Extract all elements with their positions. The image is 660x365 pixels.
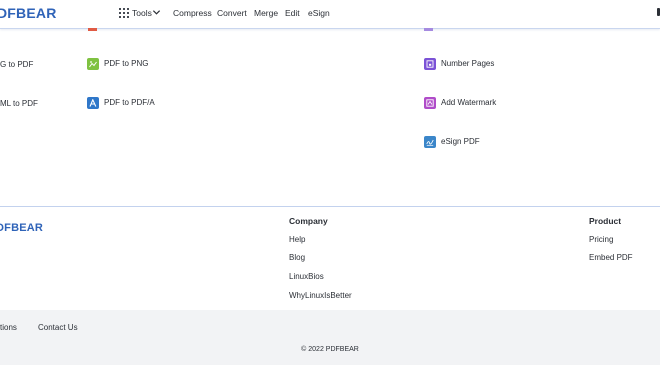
top-navbar bbox=[0, 0, 660, 29]
footer-link-help[interactable]: Help bbox=[289, 235, 305, 244]
nav-convert[interactable]: Convert bbox=[217, 8, 247, 18]
tool-label: PDF to PDF/A bbox=[104, 98, 155, 107]
footer-link-embed-pdf[interactable]: Embed PDF bbox=[589, 253, 633, 262]
partial-tool-icon bbox=[88, 28, 97, 31]
footer-link-pricing[interactable]: Pricing bbox=[589, 235, 613, 244]
chevron-down-icon[interactable] bbox=[152, 8, 161, 17]
nav-tools[interactable]: Tools bbox=[132, 8, 152, 18]
nav-compress[interactable]: Compress bbox=[173, 8, 212, 18]
footer-link-linuxbios[interactable]: LinuxBios bbox=[289, 272, 324, 281]
footer-link-blog[interactable]: Blog bbox=[289, 253, 305, 262]
footer-link-whylinuxisbetter[interactable]: WhyLinuxIsBetter bbox=[289, 291, 352, 300]
copyright: © 2022 PDFBEAR bbox=[301, 346, 359, 353]
footer-product-heading: Product bbox=[589, 216, 622, 226]
footer-company-heading: Company bbox=[289, 216, 328, 226]
footer-link-contact-us[interactable]: Contact Us bbox=[38, 323, 78, 332]
tool-label: Number Pages bbox=[441, 59, 495, 68]
tool-label: eSign PDF bbox=[441, 137, 480, 146]
footer-logo[interactable]: DFBEAR bbox=[0, 222, 43, 234]
tool-label: Add Watermark bbox=[441, 98, 497, 107]
tool-link-html-to-pdf[interactable]: ML to PDF bbox=[0, 99, 38, 108]
pdfa-icon bbox=[87, 97, 99, 109]
footer-link-terms[interactable]: tions bbox=[0, 323, 17, 332]
nav-esign[interactable]: eSign bbox=[308, 8, 330, 18]
image-icon bbox=[87, 58, 99, 70]
brand-logo[interactable]: DFBEAR bbox=[0, 5, 57, 21]
number-pages-icon bbox=[424, 58, 436, 70]
partial-tool-icon bbox=[424, 28, 433, 31]
tool-link-jpg-to-pdf[interactable]: G to PDF bbox=[0, 60, 33, 69]
footer-bottom-bar bbox=[0, 310, 660, 365]
watermark-icon bbox=[424, 97, 436, 109]
tool-label: PDF to PNG bbox=[104, 59, 149, 68]
esign-icon bbox=[424, 136, 436, 148]
nav-edit[interactable]: Edit bbox=[285, 8, 300, 18]
nav-merge[interactable]: Merge bbox=[254, 8, 278, 18]
grid-icon[interactable] bbox=[119, 8, 129, 18]
